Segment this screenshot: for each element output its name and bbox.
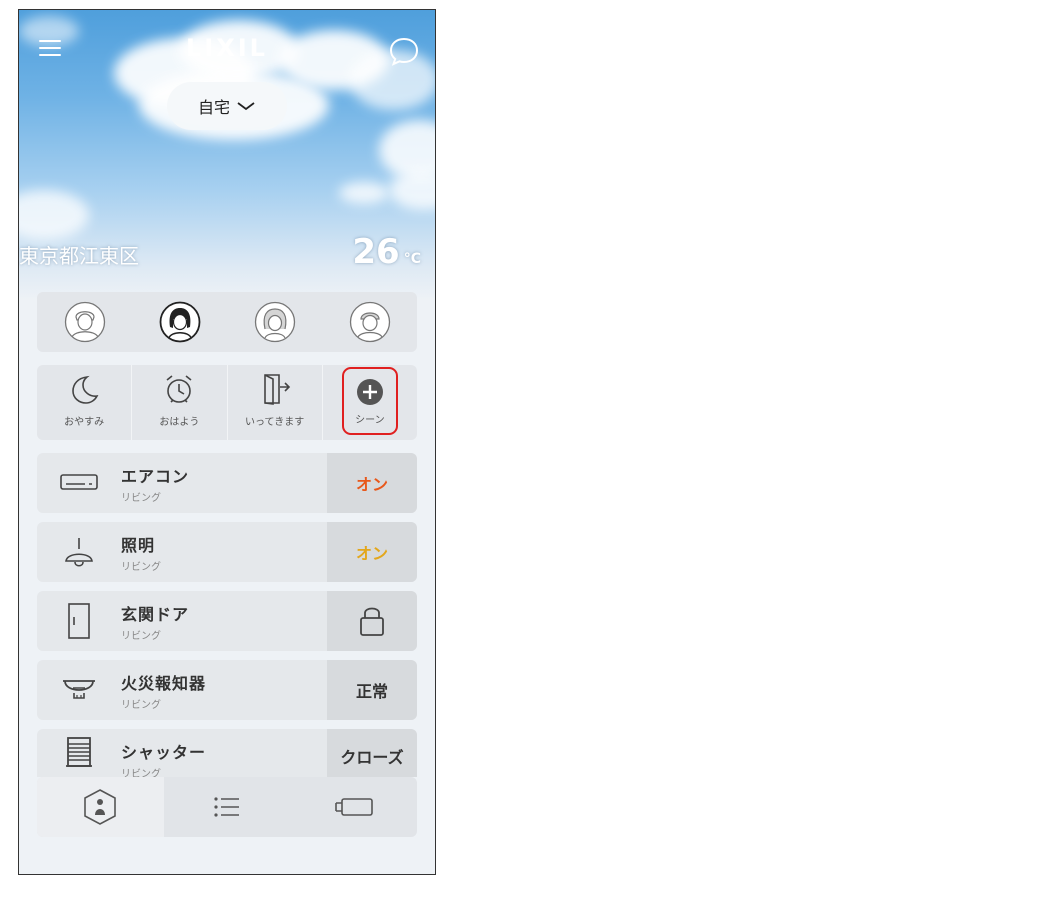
add-scene-button[interactable]: シーン	[341, 367, 398, 435]
home-selector-label: 自宅	[197, 98, 230, 117]
shutter-icon	[37, 729, 121, 777]
girl-avatar-icon	[254, 301, 295, 343]
app-screen: LIXIL 自宅 東京都江東区 26 °C おやすみ おはよう いってきます シ…	[18, 9, 436, 875]
device-room: リビング	[121, 630, 161, 642]
moon-icon	[72, 375, 99, 404]
device-row-door[interactable]: 玄関ドア リビング	[37, 591, 417, 651]
man-avatar-icon	[64, 301, 105, 343]
chevron-down-icon	[236, 97, 256, 116]
nav-home[interactable]	[37, 777, 164, 837]
air-conditioner-icon	[37, 453, 121, 513]
temperature: 26 °C	[352, 232, 421, 272]
device-state-button[interactable]: クローズ	[327, 729, 417, 777]
device-name: 火災報知器	[121, 673, 207, 693]
temperature-value: 26	[352, 232, 400, 272]
scene-label: いってきます	[245, 417, 305, 428]
nav-list[interactable]	[164, 777, 291, 837]
device-name: 玄関ドア	[121, 604, 190, 624]
scene-ittekimasu[interactable]: いってきます	[228, 365, 323, 440]
door-exit-icon	[263, 374, 290, 405]
scene-ohayou[interactable]: おはよう	[132, 365, 228, 440]
padlock-icon	[360, 607, 384, 636]
ceiling-lamp-icon	[37, 522, 121, 582]
device-icon	[334, 798, 373, 816]
plus-circle-icon	[356, 378, 383, 405]
device-row-aircon[interactable]: エアコン リビング オン	[37, 453, 417, 513]
scene-bar: おやすみ おはよう いってきます シーン	[37, 365, 417, 440]
temperature-unit: °C	[403, 251, 421, 267]
scene-add[interactable]: シーン	[323, 365, 417, 440]
device-row-shutter[interactable]: シャッター リビング クローズ	[37, 729, 417, 777]
home-selector[interactable]: 自宅	[167, 82, 287, 130]
door-icon	[37, 591, 121, 651]
boy-avatar-icon	[349, 301, 390, 343]
device-name: 照明	[121, 535, 156, 555]
device-room: リビング	[121, 492, 161, 504]
member-avatar-1[interactable]	[37, 292, 132, 352]
device-row-light[interactable]: 照明 リビング オン	[37, 522, 417, 582]
member-avatar-3[interactable]	[227, 292, 322, 352]
device-state-button[interactable]: 正常	[327, 660, 417, 720]
nav-device[interactable]	[290, 777, 417, 837]
device-state-button[interactable]	[327, 591, 417, 651]
device-row-smoke-detector[interactable]: 火災報知器 リビング 正常	[37, 660, 417, 720]
device-name: エアコン	[121, 466, 190, 486]
woman-avatar-icon	[159, 301, 200, 343]
house-person-icon	[84, 789, 117, 825]
device-state-button[interactable]: オン	[327, 522, 417, 582]
device-room: リビング	[121, 561, 161, 573]
device-room: リビング	[121, 699, 161, 711]
device-room: リビング	[121, 769, 161, 777]
chat-icon[interactable]	[387, 34, 421, 68]
scene-label: おやすみ	[64, 417, 105, 428]
lixil-logo: LIXIL	[186, 34, 268, 62]
smoke-detector-icon	[37, 660, 121, 720]
scene-label: おはよう	[159, 417, 200, 428]
member-avatar-4[interactable]	[322, 292, 417, 352]
list-icon	[214, 797, 239, 817]
alarm-clock-icon	[166, 375, 192, 403]
member-avatar-2[interactable]	[132, 292, 227, 352]
location-label: 東京都江東区	[19, 244, 139, 268]
bottom-nav	[37, 777, 417, 837]
device-state-button[interactable]: オン	[327, 453, 417, 513]
scene-oyasumi[interactable]: おやすみ	[37, 365, 133, 440]
member-selector	[37, 292, 417, 352]
scene-label: シーン	[355, 414, 385, 426]
device-name: シャッター	[121, 743, 207, 762]
